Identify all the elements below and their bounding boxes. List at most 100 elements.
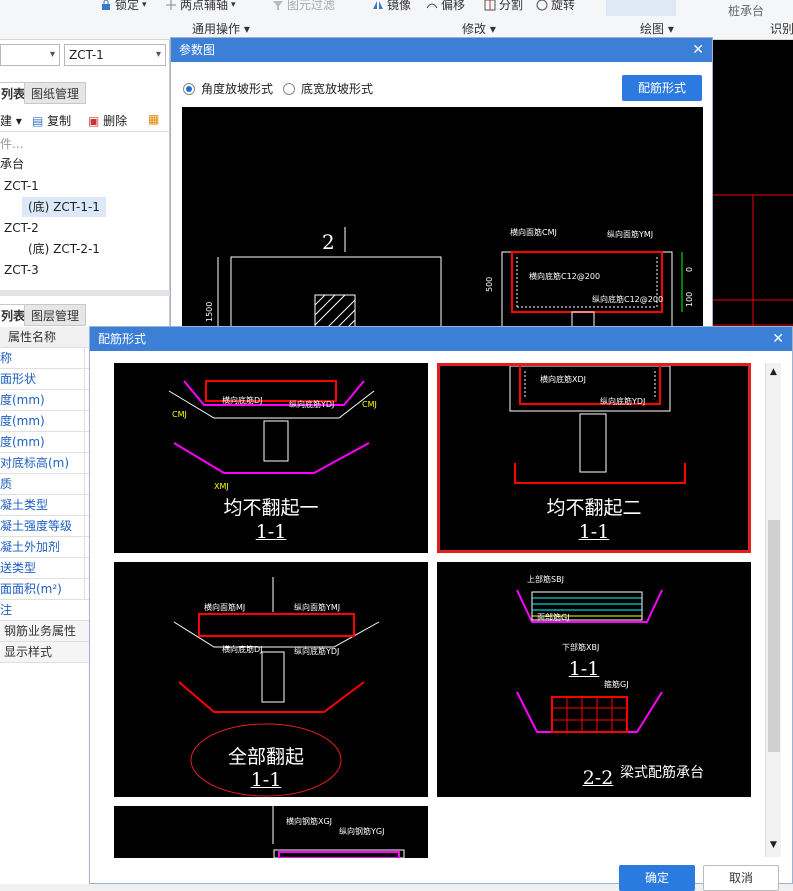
search-input[interactable]: 件... <box>0 134 170 154</box>
delete-icon: ▣ <box>88 114 100 128</box>
group-recognize-label: 识别 <box>770 22 793 36</box>
pile-cap-button[interactable]: 桩承台 <box>728 2 764 19</box>
prop-key: 称 <box>0 351 13 365</box>
offset-button[interactable]: 偏移 <box>426 0 465 13</box>
scroll-thumb[interactable] <box>768 520 780 752</box>
search-placeholder: 件... <box>0 137 24 151</box>
tree-root-label: 承台 <box>0 157 25 171</box>
option-1-caption: 均不翻起一 <box>223 497 319 519</box>
option-2-caption: 均不翻起二 <box>546 497 642 519</box>
tree-item-zct1[interactable]: ZCT-1 <box>4 176 39 196</box>
draw-preview <box>606 0 676 16</box>
cad-xmj-label: XMJ <box>214 482 229 491</box>
cad-hdj-label-3: 横向底筋DJ <box>222 644 263 654</box>
mirror-button[interactable]: 镜像 <box>372 0 411 13</box>
cad-ydj-label: 纵向底筋YDJ <box>600 396 645 406</box>
option-1-section: 1-1 <box>255 521 287 543</box>
tab-drawing-manage[interactable]: 图纸管理 <box>24 82 87 104</box>
close-icon[interactable]: ✕ <box>772 327 784 351</box>
dim-0: 0 <box>685 267 694 272</box>
cad-xdj-label: 横向底筋XDJ <box>540 374 586 384</box>
group-recognize: 识别 <box>770 20 793 37</box>
radio-angle-slope[interactable]: 角度放坡形式 <box>183 80 273 97</box>
tree-item-zct2[interactable]: ZCT-2 <box>4 218 39 238</box>
radio-checked-icon <box>183 82 195 95</box>
rebar-form-button[interactable]: 配筋形式 <box>622 75 702 101</box>
group-draw-label: 绘图 <box>640 22 665 36</box>
cad-hmj-label-3: 横向面筋MJ <box>204 602 245 612</box>
new-button[interactable]: 建 ▾ <box>0 112 22 129</box>
rotate-label: 旋转 <box>551 0 576 12</box>
cad-gj-label: 箍筋GJ <box>604 679 629 689</box>
prop-key: 凝土强度等级 <box>0 519 73 533</box>
two-point-axis-button[interactable]: 两点辅轴 ▾ <box>165 0 236 13</box>
params-dialog: 参数图 ✕ 角度放坡形式 底宽放坡形式 配筋形式 2 1500 横向面筋CMJ 纵… <box>170 37 713 328</box>
rebar-option-2[interactable]: 横向底筋XDJ 纵向底筋YDJ 均不翻起二 1-1 <box>437 363 751 553</box>
prop-key: 钢筋业务属性 <box>4 624 77 638</box>
dim-1500: 1500 <box>205 302 214 322</box>
close-icon[interactable]: ✕ <box>692 38 704 62</box>
rebar-option-5[interactable]: 横向钢筋XGJ 纵向钢筋YGJ <box>114 806 428 858</box>
rebar-option-3[interactable]: 横向面筋MJ 纵向面筋YMJ 横向底筋DJ 纵向底筋YDJ 全部翻起 1-1 <box>114 562 428 797</box>
lock-label: 锁定 <box>115 0 140 12</box>
cad-cmj2-label: CMJ <box>362 400 377 409</box>
scroll-down-icon[interactable]: ▼ <box>767 840 780 852</box>
group-general-label: 通用操作 <box>192 22 241 36</box>
tree-zct1-1-label: (底) ZCT-1-1 <box>28 200 100 214</box>
scrollbar[interactable]: ▲ ▼ <box>765 363 781 857</box>
radio-width-slope[interactable]: 底宽放坡形式 <box>283 80 373 97</box>
more-icon[interactable]: ▦ <box>148 112 159 126</box>
tree-zct2-1-label: (底) ZCT-2-1 <box>28 242 100 256</box>
cancel-button[interactable]: 取消 <box>703 865 779 891</box>
cad-hdj-label: 横向底筋DJ <box>222 395 263 405</box>
rotate-button[interactable]: 旋转 <box>536 0 575 13</box>
rebar-form-button-label: 配筋形式 <box>637 81 686 95</box>
tab-layer-manage[interactable]: 图层管理 <box>24 304 87 326</box>
cad-zmj-label-3: 纵向面筋YMJ <box>294 602 340 612</box>
split-button[interactable]: 分割 <box>484 0 523 13</box>
tree-zct2-label: ZCT-2 <box>4 221 39 235</box>
tab-list-2-label: 列表 <box>1 309 26 323</box>
scroll-up-icon[interactable]: ▲ <box>767 367 780 379</box>
copy-button[interactable]: ▤ 复制 <box>32 112 71 129</box>
mirror-label: 镜像 <box>387 0 412 12</box>
mirror-icon <box>372 0 384 11</box>
ok-button-label: 确定 <box>644 871 669 885</box>
prop-key: 显示样式 <box>4 645 53 659</box>
prop-key: 对底标高(m) <box>0 456 70 470</box>
lock-button[interactable]: 锁定 ▾ <box>100 0 147 13</box>
ribbon-toolbar: 锁定 ▾ 两点辅轴 ▾ 图元过滤 镜像 偏移 分割 旋转 桩承台 通用操作 ▾ 修改… <box>0 0 793 40</box>
prop-key: 注 <box>0 603 13 617</box>
param-drawing: 2 1500 横向面筋CMJ 纵向面筋YMJ 横向底筋C12@200 纵向底筋C… <box>182 107 703 328</box>
tree-item-zct3[interactable]: ZCT-3 <box>4 260 39 280</box>
list-toolbar: 建 ▾ ▤ 复制 ▣ 删除 ▦ <box>0 108 170 132</box>
option-4-caption: 梁式配筋承台 <box>620 765 704 781</box>
delete-button[interactable]: ▣ 删除 <box>88 112 127 129</box>
prop-key: 面面积(m²) <box>0 582 62 596</box>
split-label: 分割 <box>499 0 524 12</box>
delete-label: 删除 <box>103 114 128 128</box>
filter-button[interactable]: 图元过滤 <box>272 0 335 13</box>
group-modify: 修改 ▾ <box>462 22 496 36</box>
two-point-axis-label: 两点辅轴 <box>180 0 229 12</box>
cad-long-bottom-label: 纵向底筋C12@200 <box>592 294 663 304</box>
filter-label: 图元过滤 <box>287 0 336 12</box>
tree-item-root[interactable]: 承台 <box>0 154 24 174</box>
ok-button[interactable]: 确定 <box>619 865 695 891</box>
params-dialog-title: 参数图 <box>179 43 216 57</box>
tree-item-zct1-1[interactable]: (底) ZCT-1-1 <box>22 197 106 217</box>
component-combo[interactable]: ZCT-1 <box>64 44 166 66</box>
category-combo[interactable] <box>0 44 60 66</box>
splitter[interactable] <box>0 290 170 296</box>
copy-icon: ▤ <box>32 114 44 128</box>
new-label: 建 <box>0 114 13 128</box>
drawing-canvas[interactable] <box>713 40 793 330</box>
component-combo-value: ZCT-1 <box>69 48 104 62</box>
axis-icon <box>165 0 177 11</box>
tree-item-zct2-1[interactable]: (底) ZCT-2-1 <box>28 239 100 259</box>
prop-key: 度(mm) <box>0 414 45 428</box>
prop-key: 凝土类型 <box>0 498 49 512</box>
cancel-button-label: 取消 <box>728 871 753 885</box>
rebar-option-4[interactable]: 上部筋SBJ 面部筋GJ 下部筋XBJ 箍筋GJ 1-1 2-2 梁式配筋承台 <box>437 562 751 797</box>
rebar-option-1[interactable]: 横向底筋DJ 纵向底筋YDJ CMJ CMJ XMJ 均不翻起一 1-1 <box>114 363 428 553</box>
